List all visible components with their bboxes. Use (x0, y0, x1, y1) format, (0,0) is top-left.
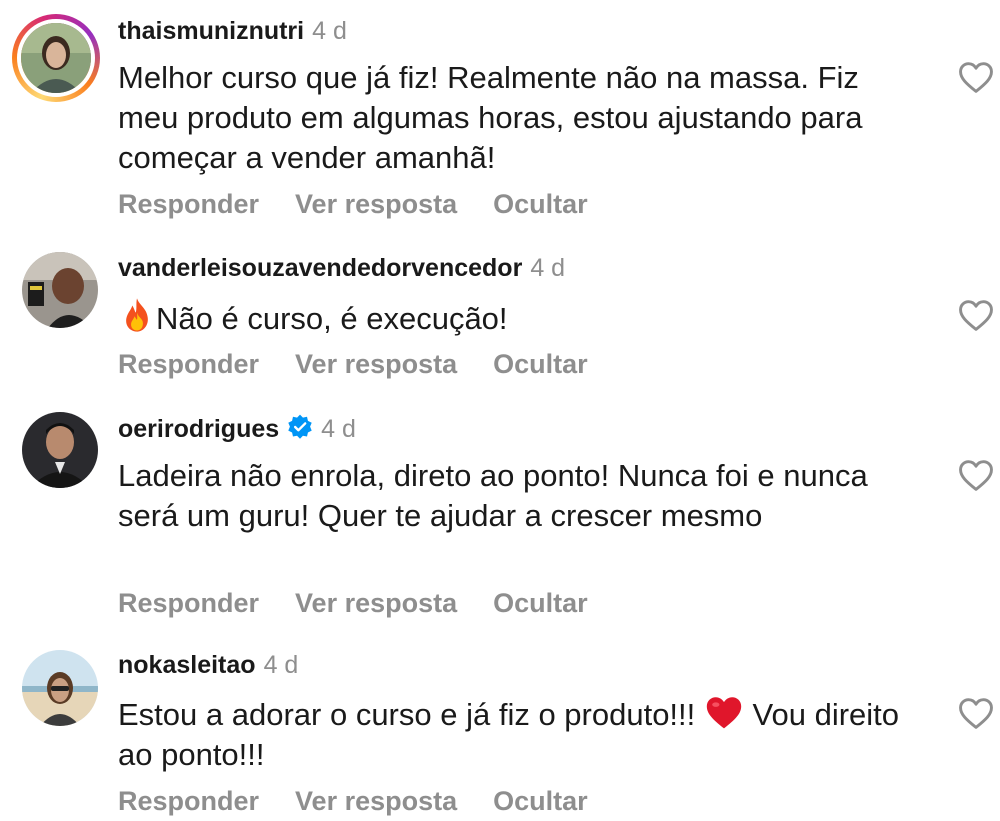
avatar-image (22, 252, 98, 328)
comment-header: vanderleisouzavendedorvencedor 4 d (118, 253, 565, 283)
avatar[interactable] (22, 412, 98, 488)
fire-emoji-icon (126, 298, 148, 332)
avatar-image-frame (22, 412, 98, 488)
hide-button[interactable]: Ocultar (493, 189, 588, 219)
comment-text: Não é curso, é execução! (118, 296, 918, 339)
reply-button[interactable]: Responder (118, 189, 259, 219)
comment-header: oerirodrigues 4 d (118, 414, 356, 444)
like-heart-icon[interactable] (957, 458, 995, 492)
timestamp: 4 d (312, 17, 347, 45)
comment-actions: Responder Ver resposta Ocultar (118, 188, 624, 220)
avatar[interactable] (22, 650, 98, 726)
avatar-image-frame (22, 252, 98, 328)
like-heart-icon[interactable] (957, 298, 995, 332)
username[interactable]: oerirodrigues (118, 415, 279, 443)
avatar-image-frame (22, 650, 98, 726)
avatar-image (22, 412, 98, 488)
reply-button[interactable]: Responder (118, 786, 259, 816)
view-reply-button[interactable]: Ver resposta (295, 349, 457, 379)
username[interactable]: vanderleisouzavendedorvencedor (118, 254, 522, 282)
hide-button[interactable]: Ocultar (493, 786, 588, 816)
avatar (17, 19, 95, 97)
hide-button[interactable]: Ocultar (493, 349, 588, 379)
avatar-image (22, 650, 98, 726)
avatar-image (21, 23, 91, 93)
comment-header: nokasleitao 4 d (118, 650, 298, 680)
reply-button[interactable]: Responder (118, 588, 259, 618)
story-ring[interactable] (12, 14, 100, 102)
username[interactable]: thaismuniznutri (118, 17, 304, 45)
red-heart-emoji-icon (706, 697, 742, 729)
timestamp: 4 d (263, 651, 299, 679)
comment-text-body: Não é curso, é execução! (156, 301, 508, 336)
comment-actions: Responder Ver resposta Ocultar (118, 587, 624, 619)
comment-header: thaismuniznutri 4 d (118, 16, 347, 46)
reply-button[interactable]: Responder (118, 349, 259, 379)
timestamp: 4 d (530, 254, 566, 282)
comment-actions: Responder Ver resposta Ocultar (118, 785, 624, 817)
view-reply-button[interactable]: Ver resposta (295, 588, 457, 618)
like-heart-icon[interactable] (957, 696, 995, 730)
view-reply-button[interactable]: Ver resposta (295, 786, 457, 816)
hide-button[interactable]: Ocultar (493, 588, 588, 618)
comment-actions: Responder Ver resposta Ocultar (118, 348, 624, 380)
verified-badge-icon (288, 414, 312, 439)
avatar[interactable] (22, 252, 98, 328)
timestamp: 4 d (321, 415, 356, 443)
comment-text: Estou a adorar o curso e já fiz o produt… (118, 694, 918, 775)
comment-text: Melhor curso que já fiz! Realmente não n… (118, 60, 863, 175)
comment-text-body: Estou a adorar o curso e já fiz o produt… (118, 697, 696, 732)
like-heart-icon[interactable] (957, 60, 995, 94)
comment-text: Ladeira não enrola, direto ao ponto! Nun… (118, 458, 868, 533)
view-reply-button[interactable]: Ver resposta (295, 189, 457, 219)
username[interactable]: nokasleitao (118, 651, 256, 679)
